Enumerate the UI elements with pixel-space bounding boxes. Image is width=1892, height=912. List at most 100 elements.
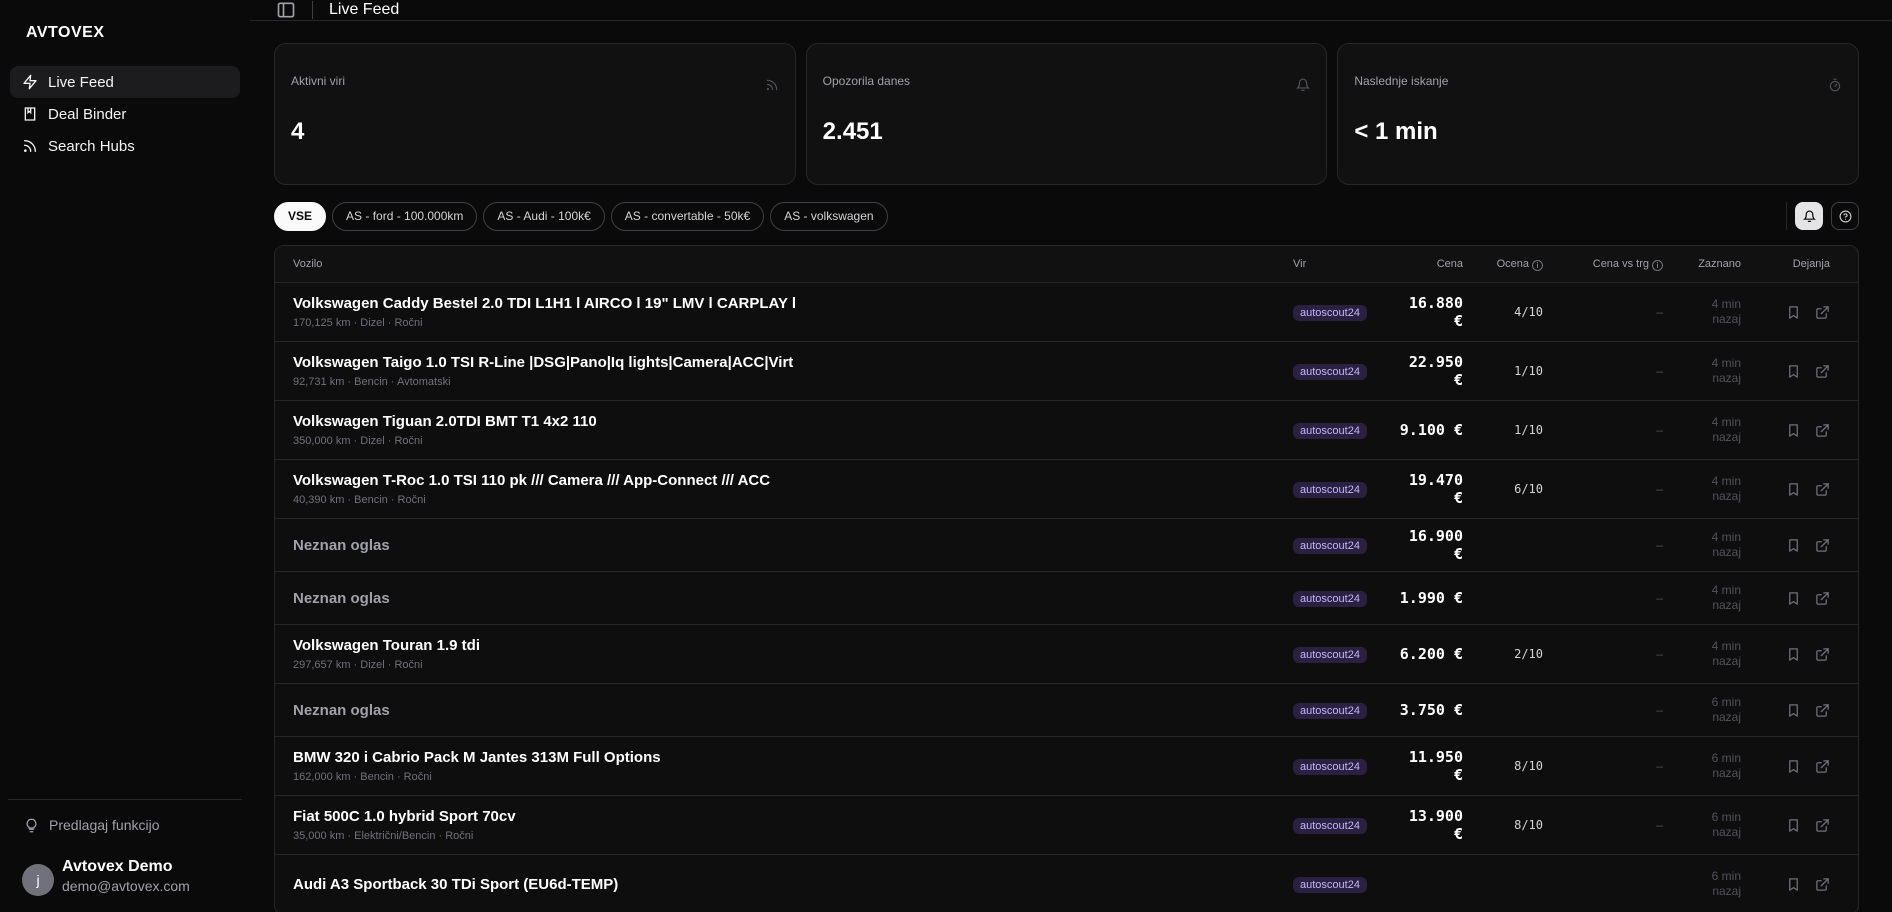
table-row[interactable]: Volkswagen Touran 1.9 tdi 297,657 km · D… xyxy=(275,625,1858,684)
price-cell: 3.750 € xyxy=(1399,701,1463,719)
vehicle-meta: 35,000 km · Električni/Bencin · Ročni xyxy=(293,830,474,842)
vehicle-title[interactable]: Neznan oglas xyxy=(293,702,1293,719)
user-profile[interactable]: j Avtovex Demo demo@avtovex.com xyxy=(0,850,250,912)
col-header-vs-label: Cena vs trg xyxy=(1592,257,1649,270)
vehicle-title[interactable]: Neznan oglas xyxy=(293,590,1293,607)
filter-chip-all[interactable]: VSE xyxy=(274,201,327,231)
bookmark-icon[interactable] xyxy=(1786,538,1801,553)
col-header-vehicle[interactable]: Vozilo xyxy=(275,258,1293,270)
book-icon xyxy=(24,107,36,121)
brand-logo[interactable]: AVTOVEX xyxy=(0,0,250,66)
actions-cell xyxy=(1741,364,1846,379)
rss-icon xyxy=(766,79,777,91)
filter-chip[interactable]: AS - ford - 100.000km xyxy=(332,201,478,231)
bookmark-icon[interactable] xyxy=(1786,818,1801,833)
score-cell: 1/10 xyxy=(1514,423,1543,437)
seen-time: 6 min xyxy=(1711,751,1741,765)
vehicle-title[interactable]: Volkswagen T-Roc 1.0 TSI 110 pk /// Came… xyxy=(293,472,1293,489)
vehicle-meta: 162,000 km · Bencin · Ročni xyxy=(293,771,432,783)
external-link-icon[interactable] xyxy=(1815,591,1830,606)
vehicle-title[interactable]: Volkswagen Caddy Bestel 2.0 TDI L1H1 l A… xyxy=(293,295,1293,312)
vehicle-title[interactable]: Volkswagen Tiguan 2.0TDI BMT T1 4x2 110 xyxy=(293,413,1293,430)
notifications-button[interactable] xyxy=(1795,202,1823,230)
bookmark-icon[interactable] xyxy=(1786,305,1801,320)
info-icon[interactable]: i xyxy=(1652,259,1663,271)
bookmark-icon[interactable] xyxy=(1786,482,1801,497)
vs-market-cell: – xyxy=(1656,818,1663,832)
bookmark-icon[interactable] xyxy=(1786,364,1801,379)
source-badge: autoscout24 xyxy=(1293,818,1367,834)
table-row[interactable]: Neznan oglas autoscout24 3.750 € – 6 min… xyxy=(275,684,1858,737)
table-row[interactable]: Volkswagen Taigo 1.0 TSI R-Line |DSG|Pan… xyxy=(275,342,1858,401)
seen-suffix: nazaj xyxy=(1712,312,1741,326)
sidebar-item-search-hubs[interactable]: Search Hubs xyxy=(10,130,240,162)
table-row[interactable]: Neznan oglas autoscout24 16.900 € – 4 mi… xyxy=(275,519,1858,572)
filter-chip[interactable]: AS - convertable - 50k€ xyxy=(610,201,765,231)
col-header-score[interactable]: Ocena i xyxy=(1463,258,1543,271)
seen-time: 4 min xyxy=(1711,474,1741,488)
seen-time: 4 min xyxy=(1711,639,1741,653)
sidebar-item-deal-binder[interactable]: Deal Binder xyxy=(10,98,240,130)
seen-cell: 4 min nazaj xyxy=(1663,356,1741,386)
vehicle-meta: 92,731 km · Bencin · Avtomatski xyxy=(293,376,451,388)
table-row[interactable]: Fiat 500C 1.0 hybrid Sport 70cv 35,000 k… xyxy=(275,796,1858,855)
vehicle-title[interactable]: BMW 320 i Cabrio Pack M Jantes 313M Full… xyxy=(293,749,1293,766)
external-link-icon[interactable] xyxy=(1815,877,1830,892)
vehicle-title[interactable]: Audi A3 Sportback 30 TDi Sport (EU6d-TEM… xyxy=(293,876,1293,893)
vehicle-title[interactable]: Volkswagen Taigo 1.0 TSI R-Line |DSG|Pan… xyxy=(293,354,1293,371)
bookmark-icon[interactable] xyxy=(1786,591,1801,606)
col-header-price[interactable]: Cena xyxy=(1393,258,1463,270)
external-link-icon[interactable] xyxy=(1815,759,1830,774)
filter-chip[interactable]: AS - volkswagen xyxy=(770,201,888,231)
actions-cell xyxy=(1741,877,1846,892)
external-link-icon[interactable] xyxy=(1815,818,1830,833)
table-row[interactable]: Volkswagen Caddy Bestel 2.0 TDI L1H1 l A… xyxy=(275,283,1858,342)
bookmark-icon[interactable] xyxy=(1786,703,1801,718)
external-link-icon[interactable] xyxy=(1815,647,1830,662)
filter-chip[interactable]: AS - Audi - 100k€ xyxy=(483,201,605,231)
col-header-seen[interactable]: Zaznano xyxy=(1663,257,1741,272)
bell-icon xyxy=(1296,78,1311,91)
external-link-icon[interactable] xyxy=(1815,364,1830,379)
main-content: Live Feed Aktivni viri 4 Opozorila danes… xyxy=(250,0,1892,912)
suggest-feature-link[interactable]: Predlagaj funkcijo xyxy=(0,800,250,850)
seen-suffix: nazaj xyxy=(1712,489,1741,503)
vs-market-cell: – xyxy=(1656,305,1663,319)
table-row[interactable]: Volkswagen Tiguan 2.0TDI BMT T1 4x2 110 … xyxy=(275,401,1858,460)
source-cell: autoscout24 xyxy=(1293,303,1393,321)
vehicle-title[interactable]: Fiat 500C 1.0 hybrid Sport 70cv xyxy=(293,808,1293,825)
price-cell: 6.200 € xyxy=(1399,645,1463,663)
bookmark-icon[interactable] xyxy=(1786,647,1801,662)
info-icon[interactable]: i xyxy=(1532,259,1543,271)
col-header-source[interactable]: Vir xyxy=(1293,258,1393,270)
seen-cell: 6 min nazaj xyxy=(1663,810,1741,840)
external-link-icon[interactable] xyxy=(1815,423,1830,438)
vs-market-cell: – xyxy=(1656,423,1663,437)
external-link-icon[interactable] xyxy=(1815,482,1830,497)
seen-cell: 4 min nazaj xyxy=(1663,583,1741,613)
source-badge: autoscout24 xyxy=(1293,591,1367,607)
bookmark-icon[interactable] xyxy=(1786,423,1801,438)
table-row[interactable]: Neznan oglas autoscout24 1.990 € – 4 min… xyxy=(275,572,1858,625)
sidebar-toggle-icon[interactable] xyxy=(276,0,296,20)
vs-market-cell: – xyxy=(1656,703,1663,717)
sidebar-item-live-feed[interactable]: Live Feed xyxy=(10,66,240,98)
help-button[interactable] xyxy=(1831,202,1859,230)
external-link-icon[interactable] xyxy=(1815,538,1830,553)
col-header-vs-market[interactable]: Cena vs trg i xyxy=(1543,258,1663,271)
score-cell: 8/10 xyxy=(1514,818,1543,832)
listings-table: Vozilo Vir Cena Ocena i Cena vs trg i Zazn… xyxy=(274,245,1859,912)
bookmark-icon[interactable] xyxy=(1786,877,1801,892)
stat-value: 2.451 xyxy=(822,118,883,145)
bookmark-icon[interactable] xyxy=(1786,759,1801,774)
external-link-icon[interactable] xyxy=(1815,305,1830,320)
vehicle-title[interactable]: Volkswagen Touran 1.9 tdi xyxy=(293,637,1293,654)
source-cell: autoscout24 xyxy=(1293,701,1393,719)
table-row[interactable]: Audi A3 Sportback 30 TDi Sport (EU6d-TEM… xyxy=(275,855,1858,912)
external-link-icon[interactable] xyxy=(1815,703,1830,718)
table-row[interactable]: BMW 320 i Cabrio Pack M Jantes 313M Full… xyxy=(275,737,1858,796)
table-row[interactable]: Volkswagen T-Roc 1.0 TSI 110 pk /// Came… xyxy=(275,460,1858,519)
vehicle-title[interactable]: Neznan oglas xyxy=(293,537,1293,554)
source-badge: autoscout24 xyxy=(1293,423,1367,439)
col-header-score-label: Ocena xyxy=(1496,257,1529,270)
